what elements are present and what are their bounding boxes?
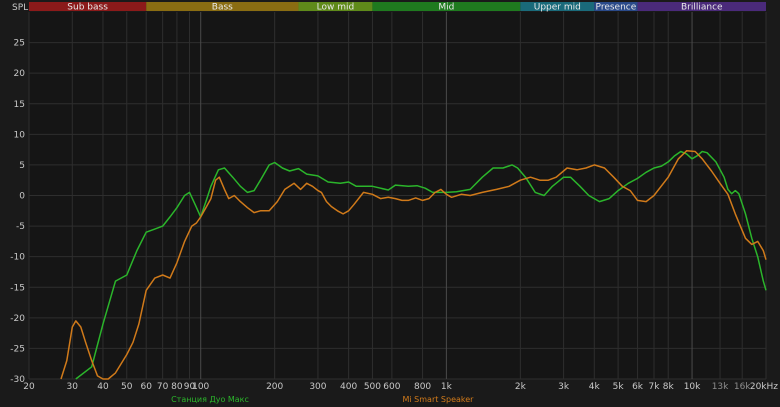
x-tick-label-25: 16k (734, 382, 751, 392)
x-tick-label-12: 500 (364, 382, 381, 392)
x-tick-label-2: 40 (97, 382, 109, 392)
x-tick-label-3: 50 (121, 382, 133, 392)
band-label-4: Upper mid (534, 3, 581, 13)
x-tick-label-11: 400 (340, 382, 357, 392)
x-tick-label-6: 80 (171, 382, 183, 392)
y-tick-label-9: -20 (10, 314, 25, 324)
x-tick-label-17: 3k (558, 382, 570, 392)
y-tick-label-8: -15 (10, 283, 25, 293)
x-tick-label-19: 5k (613, 382, 625, 392)
y-tick-label-2: 15 (14, 100, 25, 110)
x-tick-label-10: 300 (309, 382, 326, 392)
x-tick-label-9: 200 (266, 382, 283, 392)
x-tick-label-16: 2k (515, 382, 527, 392)
y-tick-label-1: 20 (14, 69, 26, 79)
y-tick-label-4: 5 (19, 161, 25, 171)
x-tick-label-0: 20 (23, 382, 35, 392)
x-tick-label-15: 1k (441, 382, 453, 392)
x-tick-label-8: 100 (192, 382, 209, 392)
x-tick-label-4: 60 (140, 382, 152, 392)
band-label-3: Mid (438, 3, 454, 13)
band-label-1: Bass (212, 3, 233, 13)
y-axis-label: SPL (12, 3, 28, 13)
x-tick-label-21: 7k (649, 382, 661, 392)
y-tick-label-3: 10 (14, 130, 26, 140)
x-tick-label-14: 800 (414, 382, 431, 392)
band-label-2: Low mid (317, 3, 355, 13)
band-label-0: Sub bass (67, 3, 108, 13)
x-tick-label-1: 30 (67, 382, 79, 392)
frequency-response-chart: Sub bass Bass Low mid Mid Upper mid Presence B… (0, 0, 780, 407)
x-tick-label-26: 20kHz (750, 382, 778, 392)
x-tick-label-5: 70 (157, 382, 169, 392)
y-tick-label-6: -5 (16, 222, 25, 232)
x-tick-label-18: 4k (589, 382, 601, 392)
frequency-bands: Sub bass Bass Low mid Mid Upper mid Presence B… (29, 2, 766, 13)
legend-item-1: Mi Smart Speaker (403, 395, 475, 404)
y-tick-label-0: 25 (14, 39, 25, 49)
x-tick-label-22: 8k (663, 382, 675, 392)
x-tick-label-23: 10k (684, 382, 701, 392)
x-tick-label-20: 6k (632, 382, 644, 392)
band-label-5: Presence (596, 3, 637, 13)
y-tick-label-7: -10 (10, 253, 25, 263)
legend-item-0: Станция Дуо Макс (171, 395, 249, 404)
y-tick-label-10: -25 (10, 344, 25, 354)
x-tick-label-13: 600 (383, 382, 400, 392)
x-tick-label-24: 13k (712, 382, 729, 392)
y-tick-label-5: 0 (19, 192, 25, 202)
band-label-6: Brilliance (681, 3, 723, 13)
